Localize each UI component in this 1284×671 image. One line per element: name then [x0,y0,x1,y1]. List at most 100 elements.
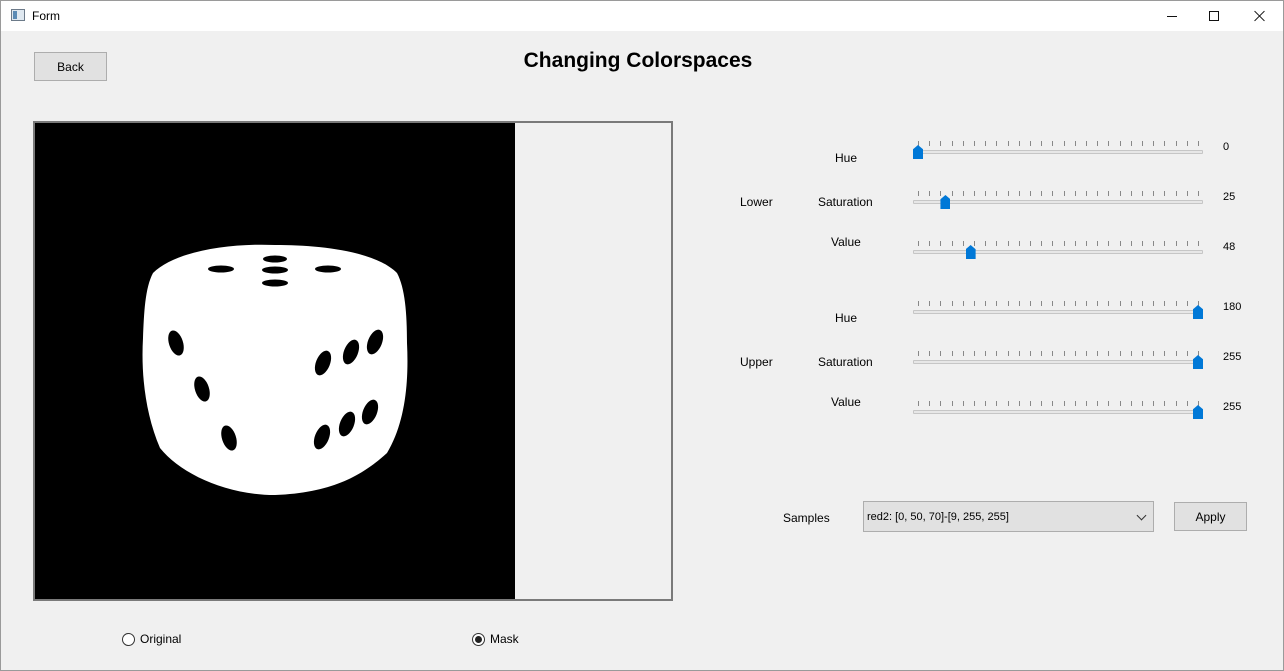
slider-tick [1153,351,1155,356]
slider-handle[interactable] [1193,405,1203,419]
slider-tick [951,351,953,356]
upper-value-value: 255 [1223,401,1242,413]
slider-handle[interactable] [940,195,951,209]
samples-selected-value: red2: [0, 50, 70]-[9, 255, 255] [867,511,1009,523]
slider-tick [929,191,931,196]
slider-tick [1130,301,1132,306]
back-button[interactable]: Back [34,52,107,81]
slider-tick [1119,401,1121,406]
slider-tick [951,301,953,306]
slider-tick [974,401,975,406]
slider-tick [1164,401,1166,406]
slider-tick [985,141,987,146]
slider-tick [1041,401,1043,406]
upper-hue-slider[interactable] [913,301,1203,323]
slider-tick [1007,141,1009,146]
slider-tick [1074,351,1076,356]
slider-tick [1119,191,1121,196]
original-radio[interactable]: Original [122,632,181,646]
minimize-button[interactable] [1149,1,1195,31]
slider-tick [1007,351,1009,356]
slider-tick [1186,191,1188,196]
slider-tick [1153,401,1155,406]
slider-tick [974,351,975,356]
slider-tick [1041,351,1043,356]
slider-handle[interactable] [1193,355,1203,369]
close-button[interactable] [1237,1,1283,31]
slider-tick [996,191,998,196]
slider-tick [1052,191,1054,196]
maximize-icon [1209,11,1219,21]
slider-handle[interactable] [965,245,976,259]
slider-tick [1153,191,1155,196]
apply-button[interactable]: Apply [1174,502,1247,531]
maximize-button[interactable] [1191,1,1237,31]
slider-tick [1007,241,1009,246]
slider-tick [1198,191,1199,196]
slider-tick [1186,241,1188,246]
lower-saturation-slider[interactable] [913,191,1203,213]
original-radio-indicator[interactable] [122,632,135,646]
slider-tick [1063,301,1065,306]
slider-tick [1108,141,1110,146]
slider-tick [1108,351,1110,356]
slider-tick [974,301,975,306]
slider-tick [996,351,998,356]
slider-tick [1198,141,1199,146]
slider-tick [940,241,942,246]
slider-tick [929,301,931,306]
slider-tick [1007,401,1009,406]
lower-hue-label: Hue [835,151,858,165]
upper-value-slider[interactable] [913,401,1203,423]
slider-tick [1164,351,1166,356]
slider-tick [1108,401,1110,406]
slider-tick [1052,301,1054,306]
slider-tick [1119,141,1121,146]
slider-tick [1186,401,1188,406]
chevron-down-icon[interactable] [1136,510,1147,521]
slider-tick [1074,401,1076,406]
mask-radio[interactable]: Mask [472,632,519,646]
slider-tick [1097,351,1099,356]
upper-saturation-slider[interactable] [913,351,1203,373]
slider-tick [951,191,953,196]
slider-tick [974,191,975,196]
slider-tick [962,241,964,246]
app-window-icon [11,9,25,21]
slider-handle[interactable] [1193,305,1203,319]
slider-tick [1130,141,1132,146]
samples-dropdown[interactable]: red2: [0, 50, 70]-[9, 255, 255] [863,501,1154,532]
lower-value-slider[interactable] [913,241,1203,263]
slider-tick [985,301,987,306]
slider-tick [929,141,931,146]
slider-tick [1041,241,1043,246]
slider-tick [962,351,964,356]
slider-tick [1063,401,1065,406]
slider-tick [1164,301,1166,306]
slider-tick [1086,401,1087,406]
slider-tick [1041,301,1043,306]
dice-mask-graphic [142,244,408,495]
page-title: Changing Colorspaces [523,49,753,72]
mask-radio-indicator[interactable] [472,632,485,646]
slider-tick [940,401,942,406]
slider-tick [1030,401,1031,406]
slider-tick [1097,401,1099,406]
slider-tick [1030,301,1031,306]
slider-tick [1186,301,1188,306]
slider-tick [1142,301,1143,306]
slider-tick [1086,241,1087,246]
slider-tick [1041,141,1043,146]
slider-tick [1175,241,1177,246]
slider-tick [940,141,942,146]
slider-tick [1108,191,1110,196]
slider-handle[interactable] [913,145,923,159]
slider-tick [1030,351,1031,356]
slider-tick [1018,191,1020,196]
slider-tick [1153,241,1155,246]
slider-tick [1164,191,1166,196]
lower-hue-slider[interactable] [913,141,1203,163]
slider-tick [1063,351,1065,356]
original-radio-label: Original [140,632,182,646]
slider-tick [1007,301,1009,306]
